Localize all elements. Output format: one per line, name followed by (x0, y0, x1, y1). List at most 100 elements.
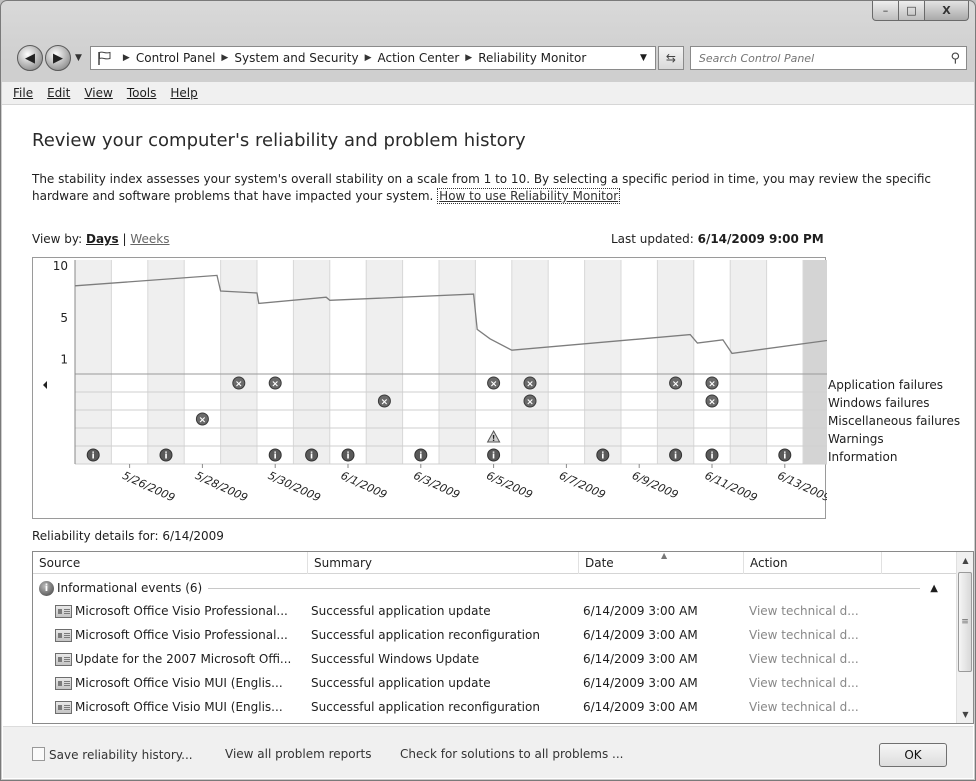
chart-column (147, 260, 185, 464)
table-row[interactable]: Microsoft Office Visio MUI (Englis... Su… (33, 695, 956, 719)
search-box[interactable]: ⚲ (689, 46, 967, 70)
scroll-down-icon[interactable]: ▼ (957, 706, 973, 723)
menu-edit[interactable]: Edit (40, 86, 77, 100)
failure-marker: × (669, 376, 683, 390)
failure-marker: × (268, 376, 282, 390)
information-marker: i (778, 448, 792, 462)
row-source-text: Microsoft Office Visio MUI (Englis... (75, 700, 283, 714)
column-source[interactable]: Source (33, 552, 308, 574)
x-tick-label: 5/30/2009 (266, 469, 323, 505)
close-button[interactable]: X (925, 1, 969, 21)
chart-column (111, 260, 148, 464)
check-solutions-link[interactable]: Check for solutions to all problems ... (400, 747, 624, 761)
chart-column (657, 260, 694, 464)
reliability-chart[interactable]: 10 5 1 × × × × × × × × × ×! i i i i i i i i i i i 5/26/2009 5/28/… (32, 257, 827, 520)
chart-column (402, 260, 439, 464)
row-summary: Successful application reconfiguration (311, 628, 540, 642)
scroll-up-icon[interactable]: ▲ (957, 552, 973, 569)
chart-column (439, 260, 476, 464)
application-icon (55, 628, 72, 642)
collapse-group-icon[interactable]: ▲ (930, 583, 938, 594)
row-action-link[interactable]: View technical d... (745, 604, 905, 618)
breadcrumb-system-and-security[interactable]: System and Security (234, 51, 358, 65)
information-marker: i (86, 448, 100, 462)
row-action-link[interactable]: View technical d... (745, 700, 905, 714)
content-area: Review your computer's reliability and p… (2, 105, 974, 779)
breadcrumb-control-panel[interactable]: Control Panel (136, 51, 216, 65)
last-updated-label: Last updated: (611, 232, 694, 246)
minimize-button[interactable]: – (872, 1, 899, 21)
application-icon (55, 700, 72, 714)
address-dropdown-icon[interactable]: ▼ (631, 53, 655, 63)
save-icon (32, 747, 45, 761)
maximize-button[interactable]: □ (899, 1, 925, 21)
scroll-left-icon[interactable] (43, 381, 47, 389)
information-glyph: i (783, 452, 786, 462)
view-days-link[interactable]: Days (86, 232, 119, 246)
table-row[interactable]: Microsoft Office Visio MUI (Englis... Su… (33, 671, 956, 695)
chart-column (366, 260, 403, 464)
legend-warnings: Warnings (828, 432, 884, 446)
back-arrow-icon: ◀ (25, 50, 35, 66)
breadcrumb-action-center[interactable]: Action Center (378, 51, 460, 65)
scroll-thumb[interactable]: ≡ (958, 572, 972, 672)
row-source: Microsoft Office Visio Professional... (33, 604, 307, 618)
row-date: 6/14/2009 3:00 AM (583, 604, 698, 618)
y-tick-label: 1 (60, 353, 68, 367)
failure-marker: × (705, 394, 719, 408)
menu-tools[interactable]: Tools (120, 86, 164, 100)
column-date-label: Date (585, 556, 614, 570)
navigation-bar: ◀ ▶ ▼ ▶ Control Panel ▶ System and Secur… (17, 41, 967, 75)
column-date[interactable]: ▲ Date (579, 552, 744, 574)
table-row[interactable]: Microsoft Office Visio Professional... S… (33, 599, 956, 623)
legend-windows-failures: Windows failures (828, 396, 930, 410)
failure-glyph: × (526, 398, 534, 408)
search-input[interactable] (696, 50, 951, 66)
breadcrumb-reliability-monitor[interactable]: Reliability Monitor (478, 51, 586, 65)
recent-pages-dropdown-icon[interactable]: ▼ (75, 53, 82, 63)
refresh-icon: ⇆ (665, 51, 676, 65)
failure-marker: × (523, 394, 537, 408)
menu-view[interactable]: View (77, 86, 119, 100)
failure-glyph: × (490, 380, 498, 390)
row-source-text: Microsoft Office Visio Professional... (75, 604, 288, 618)
information-icon: i (39, 580, 54, 596)
row-action-link[interactable]: View technical d... (745, 652, 905, 666)
application-icon (55, 604, 72, 618)
view-all-reports-link[interactable]: View all problem reports (225, 747, 372, 761)
row-action-link[interactable]: View technical d... (745, 628, 905, 642)
reliability-chart-svg[interactable]: 10 5 1 × × × × × × × × × ×! i i i i i i i i i i i 5/26/2009 5/28/… (33, 258, 827, 520)
x-tick-label: 6/7/2009 (557, 469, 607, 502)
x-tick-label: 5/28/2009 (193, 469, 250, 505)
column-summary[interactable]: Summary (308, 552, 579, 574)
row-date: 6/14/2009 3:00 AM (583, 700, 698, 714)
address-bar[interactable]: ▶ Control Panel ▶ System and Security ▶ … (89, 46, 656, 70)
chart-column (75, 260, 112, 464)
menu-help[interactable]: Help (163, 86, 204, 100)
row-source-text: Microsoft Office Visio Professional... (75, 628, 288, 642)
help-link[interactable]: How to use Reliability Monitor (437, 188, 621, 204)
chart-column (693, 260, 731, 464)
menu-file[interactable]: File (6, 86, 40, 100)
save-history-link[interactable]: Save reliability history... (32, 747, 193, 762)
back-button[interactable]: ◀ (17, 45, 43, 71)
refresh-button[interactable]: ⇆ (657, 46, 684, 70)
chart-column (184, 260, 221, 464)
ok-button[interactable]: OK (879, 743, 947, 767)
view-weeks-link[interactable]: Weeks (130, 232, 169, 246)
chart-column (584, 260, 621, 464)
group-informational-events[interactable]: i Informational events (6) ▲ (33, 578, 956, 598)
column-action[interactable]: Action (744, 552, 882, 574)
vertical-scrollbar[interactable]: ▲ ≡ ▼ (956, 552, 973, 723)
table-row[interactable]: Update for the 2007 Microsoft Offi... Su… (33, 647, 956, 671)
information-glyph: i (601, 452, 604, 462)
table-row[interactable]: Microsoft Office Visio Professional... S… (33, 623, 956, 647)
chart-column (220, 260, 257, 464)
x-tick-label: 6/11/2009 (703, 469, 760, 505)
row-source: Microsoft Office Visio MUI (Englis... (33, 676, 307, 690)
legend-information: Information (828, 450, 898, 464)
row-source: Update for the 2007 Microsoft Offi... (33, 652, 307, 666)
search-icon[interactable]: ⚲ (950, 51, 960, 66)
forward-button[interactable]: ▶ (45, 45, 71, 71)
row-action-link[interactable]: View technical d... (745, 676, 905, 690)
